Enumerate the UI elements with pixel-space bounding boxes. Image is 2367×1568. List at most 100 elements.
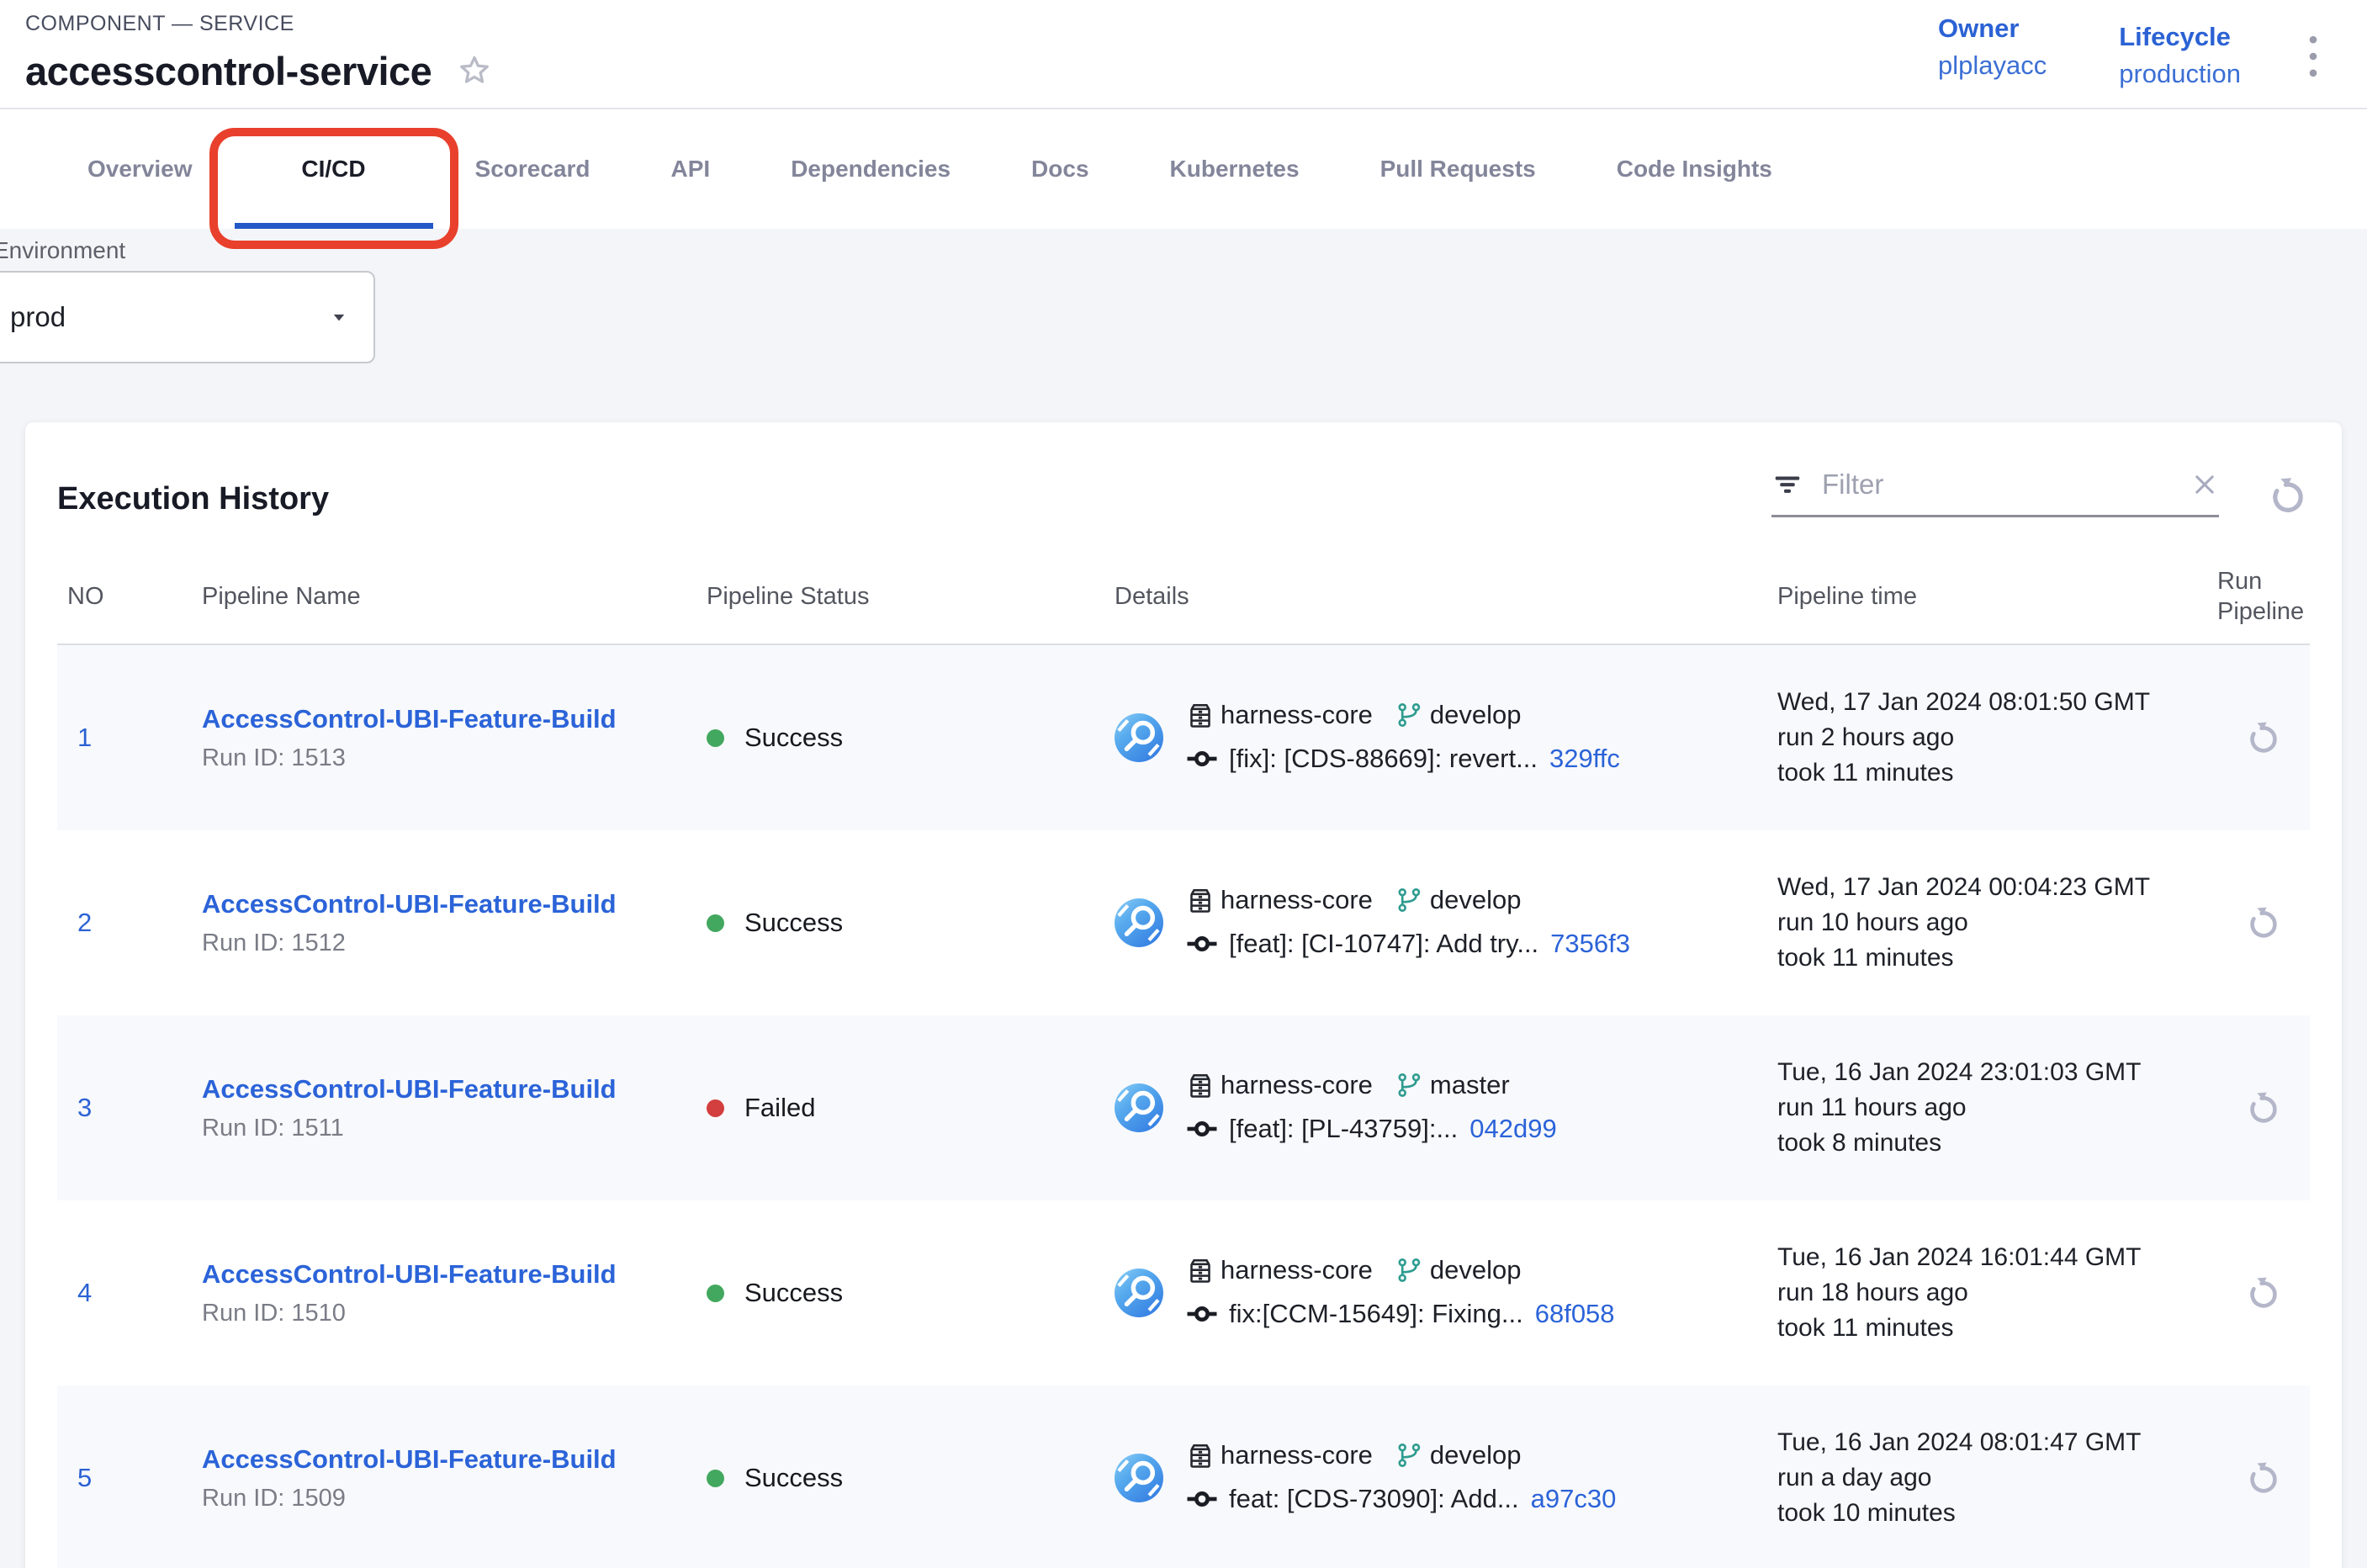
filter-clear-icon[interactable] (2190, 470, 2219, 499)
run-pipeline-icon[interactable] (2244, 1089, 2283, 1127)
time-ago: run 2 hours ago (1777, 720, 2217, 755)
col-no: NO (57, 581, 202, 612)
git-commit-icon (1185, 927, 1219, 961)
repository-icon (1185, 700, 1215, 730)
lifecycle-label: Lifecycle (2119, 22, 2241, 52)
repository-icon (1185, 1255, 1215, 1285)
filter-widget (1771, 468, 2219, 517)
time-took: took 11 minutes (1777, 940, 2217, 976)
commit-sha-link[interactable]: 7356f3 (1550, 929, 1630, 959)
git-branch-icon (1395, 701, 1423, 729)
run-id: Run ID: 1510 (202, 1300, 707, 1327)
time-ago: run 10 hours ago (1777, 905, 2217, 940)
time-date: Wed, 17 Jan 2024 00:04:23 GMT (1777, 870, 2217, 905)
run-pipeline-icon[interactable] (2244, 1459, 2283, 1497)
tab-cicd[interactable]: CI/CD (233, 109, 435, 229)
table-row: 4 AccessControl-UBI-Feature-Build Run ID… (57, 1200, 2310, 1385)
repo-name: harness-core (1221, 1440, 1373, 1470)
lifecycle-value: production (2119, 59, 2241, 89)
page-header: COMPONENT — SERVICE accesscontrol-servic… (0, 0, 2367, 109)
tab-scorecard[interactable]: Scorecard (435, 109, 631, 229)
branch-name: develop (1430, 1440, 1522, 1470)
run-id: Run ID: 1513 (202, 744, 707, 772)
table-row: 3 AccessControl-UBI-Feature-Build Run ID… (57, 1015, 2310, 1200)
pipeline-name-link[interactable]: AccessControl-UBI-Feature-Build (202, 889, 617, 919)
filter-input[interactable] (1820, 468, 2174, 501)
environment-selected-value: prod (10, 301, 66, 333)
time-date: Tue, 16 Jan 2024 23:01:03 GMT (1777, 1055, 2217, 1090)
branch-name: develop (1430, 885, 1522, 915)
commit-sha-link[interactable]: 68f058 (1535, 1299, 1615, 1329)
git-branch-icon (1395, 1441, 1423, 1470)
branch-name: develop (1430, 700, 1522, 730)
run-number-link[interactable]: 5 (57, 1463, 202, 1493)
tab-overview[interactable]: Overview (47, 109, 233, 229)
col-run-pipeline: Run Pipeline (2217, 566, 2310, 627)
execution-history-title: Execution History (57, 481, 329, 517)
commit-sha-link[interactable]: 042d99 (1469, 1114, 1556, 1144)
pipeline-time: Tue, 16 Jan 2024 16:01:44 GMT run 18 hou… (1777, 1240, 2217, 1346)
favorite-star-icon[interactable] (455, 52, 494, 91)
run-id: Run ID: 1509 (202, 1485, 707, 1512)
col-details: Details (1115, 581, 1777, 612)
table-row: 1 AccessControl-UBI-Feature-Build Run ID… (57, 645, 2310, 830)
run-pipeline-icon[interactable] (2244, 903, 2283, 942)
commit-message: [feat]: [PL-43759]:... (1229, 1114, 1458, 1144)
refresh-history-icon[interactable] (2266, 474, 2310, 517)
run-number-link[interactable]: 2 (57, 908, 202, 938)
branch-name: master (1430, 1070, 1510, 1100)
run-number-link[interactable]: 1 (57, 723, 202, 753)
commit-sha-link[interactable]: a97c30 (1531, 1484, 1617, 1514)
repo-name: harness-core (1221, 885, 1373, 915)
run-number-link[interactable]: 4 (57, 1278, 202, 1308)
status-text: Failed (744, 1093, 815, 1123)
pipeline-name-link[interactable]: AccessControl-UBI-Feature-Build (202, 704, 617, 734)
owner-block: Owner plplayacc (1938, 13, 2047, 81)
tab-docs[interactable]: Docs (991, 109, 1129, 229)
tab-dependencies[interactable]: Dependencies (750, 109, 991, 229)
repo-name: harness-core (1221, 1255, 1373, 1285)
status-dot (707, 729, 724, 747)
repository-icon (1185, 1070, 1215, 1100)
tab-api[interactable]: API (631, 109, 751, 229)
active-tab-underline (235, 223, 433, 229)
tab-pull-requests[interactable]: Pull Requests (1340, 109, 1576, 229)
table-row: 2 AccessControl-UBI-Feature-Build Run ID… (57, 830, 2310, 1015)
chevron-down-icon (326, 305, 352, 330)
status-text: Success (744, 1463, 843, 1493)
tab-code-insights[interactable]: Code Insights (1576, 109, 1813, 229)
git-commit-icon (1185, 1482, 1219, 1516)
harness-ci-module-icon (1115, 713, 1163, 762)
owner-label: Owner (1938, 13, 2047, 44)
run-number-link[interactable]: 3 (57, 1093, 202, 1123)
environment-label: Environment (0, 237, 2367, 264)
pipeline-name-link[interactable]: AccessControl-UBI-Feature-Build (202, 1444, 617, 1475)
table-header-row: NO Pipeline Name Pipeline Status Details… (57, 546, 2310, 645)
table-row: 5 AccessControl-UBI-Feature-Build Run ID… (57, 1385, 2310, 1568)
environment-select[interactable]: prod (0, 271, 375, 363)
more-options-kebab-icon[interactable] (2296, 29, 2330, 84)
harness-ci-module-icon (1115, 898, 1163, 947)
git-commit-icon (1185, 742, 1219, 776)
pipeline-name-link[interactable]: AccessControl-UBI-Feature-Build (202, 1259, 617, 1290)
tab-kubernetes[interactable]: Kubernetes (1130, 109, 1340, 229)
col-pipeline-status: Pipeline Status (707, 581, 1115, 612)
commit-sha-link[interactable]: 329ffc (1549, 744, 1620, 774)
commit-message: feat: [CDS-73090]: Add... (1229, 1484, 1519, 1514)
time-date: Wed, 17 Jan 2024 08:01:50 GMT (1777, 685, 2217, 720)
repository-icon (1185, 1440, 1215, 1470)
repository-icon (1185, 885, 1215, 915)
owner-link[interactable]: plplayacc (1938, 50, 2047, 81)
repo-name: harness-core (1221, 700, 1373, 730)
run-pipeline-icon[interactable] (2244, 718, 2283, 757)
git-branch-icon (1395, 1071, 1423, 1099)
git-branch-icon (1395, 1256, 1423, 1285)
status-text: Success (744, 1278, 843, 1308)
pipeline-name-link[interactable]: AccessControl-UBI-Feature-Build (202, 1074, 617, 1104)
status-dot (707, 914, 724, 932)
filter-icon (1771, 469, 1803, 501)
run-pipeline-icon[interactable] (2244, 1274, 2283, 1312)
page-title: accesscontrol-service (25, 48, 432, 94)
time-ago: run 11 hours ago (1777, 1090, 2217, 1126)
status-dot (707, 1285, 724, 1302)
